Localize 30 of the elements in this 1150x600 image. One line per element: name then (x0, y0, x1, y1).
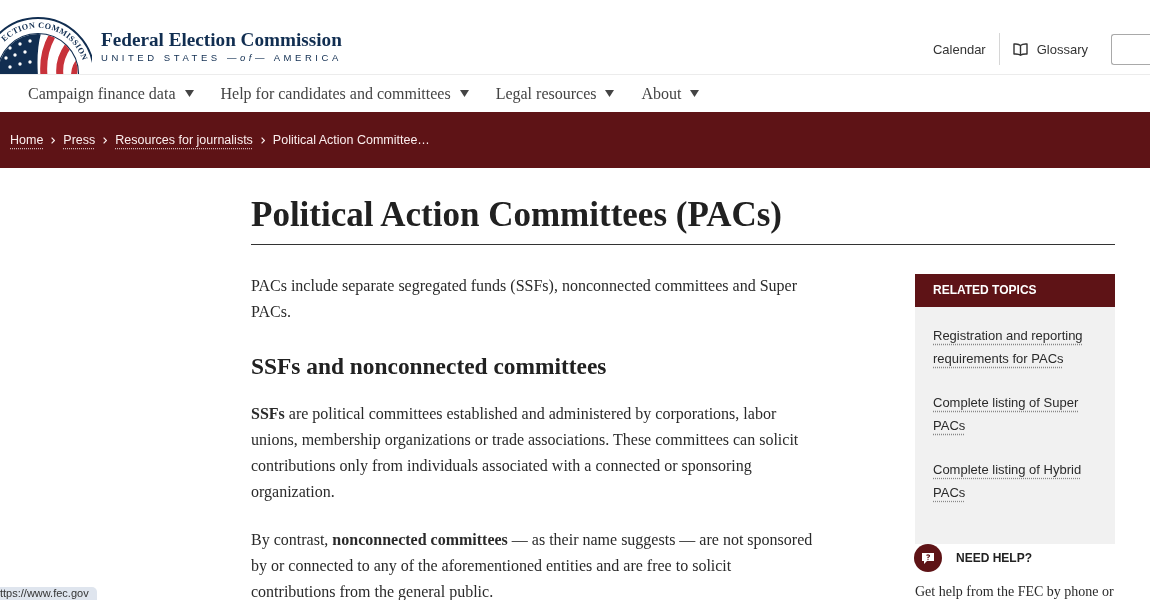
agency-name: Federal Election Commission (101, 29, 342, 51)
page-title: Political Action Committees (PACs) (251, 195, 1115, 245)
chevron-icon (260, 136, 265, 144)
nav-menu-item[interactable]: Legal resources (495, 84, 615, 103)
utility-link[interactable]: Calendar (932, 41, 999, 57)
chevron-icon (51, 136, 56, 144)
book-icon (1012, 42, 1028, 56)
breadcrumb-link[interactable]: Home (10, 133, 44, 147)
agency-tagline: UNITED STATES —of— AMERICA (101, 51, 342, 64)
need-help-title: NEED HELP? (956, 551, 1032, 565)
breadcrumb-link[interactable]: Press (63, 133, 96, 147)
nav-menu-item[interactable]: About (641, 84, 700, 103)
utility-link[interactable]: Glossary (998, 33, 1088, 65)
related-topic-link[interactable]: Complete listing of Hybrid PACs (933, 458, 1101, 504)
breadcrumb-link[interactable]: Resources for journalists (115, 133, 253, 147)
chevron-icon (103, 136, 108, 144)
breadcrumb-current: Political Action Committee… (272, 133, 430, 147)
link-preview-url: ttps://www.fec.gov (0, 587, 97, 600)
search-field[interactable] (1111, 33, 1150, 65)
paragraph: SSFs are political committees established and administered by corporations, labor unions, membership organizations or trade associations. These committees can solicit contributions only from individuals associated with a connected or sponsoring organization. (251, 404, 800, 503)
paragraph: By contrast, nonconnected committees — as their name suggests — are not sponsored by or connected to any of the aforementioned entities and are free to solicit contributions from the general public. (251, 530, 814, 600)
related-topic-link[interactable]: Registration and reporting requirements for PACs (933, 324, 1101, 370)
help-chat-icon (914, 544, 942, 572)
need-help-text: Get help from the FEC by phone or (915, 583, 1115, 600)
nav-menu-item[interactable]: Help for candidates and committees (220, 84, 469, 103)
related-topics-header: RELATED TOPICS (915, 274, 1115, 307)
intro-paragraph: PACs include separate segregated funds (SSFs), nonconnected committees and Super PACs. (251, 276, 798, 322)
nav-menu-item[interactable]: Campaign finance data (28, 84, 194, 103)
related-topic-link[interactable]: Complete listing of Super PACs (933, 391, 1101, 437)
section-heading: SSFs and nonconnected committees (251, 352, 608, 381)
